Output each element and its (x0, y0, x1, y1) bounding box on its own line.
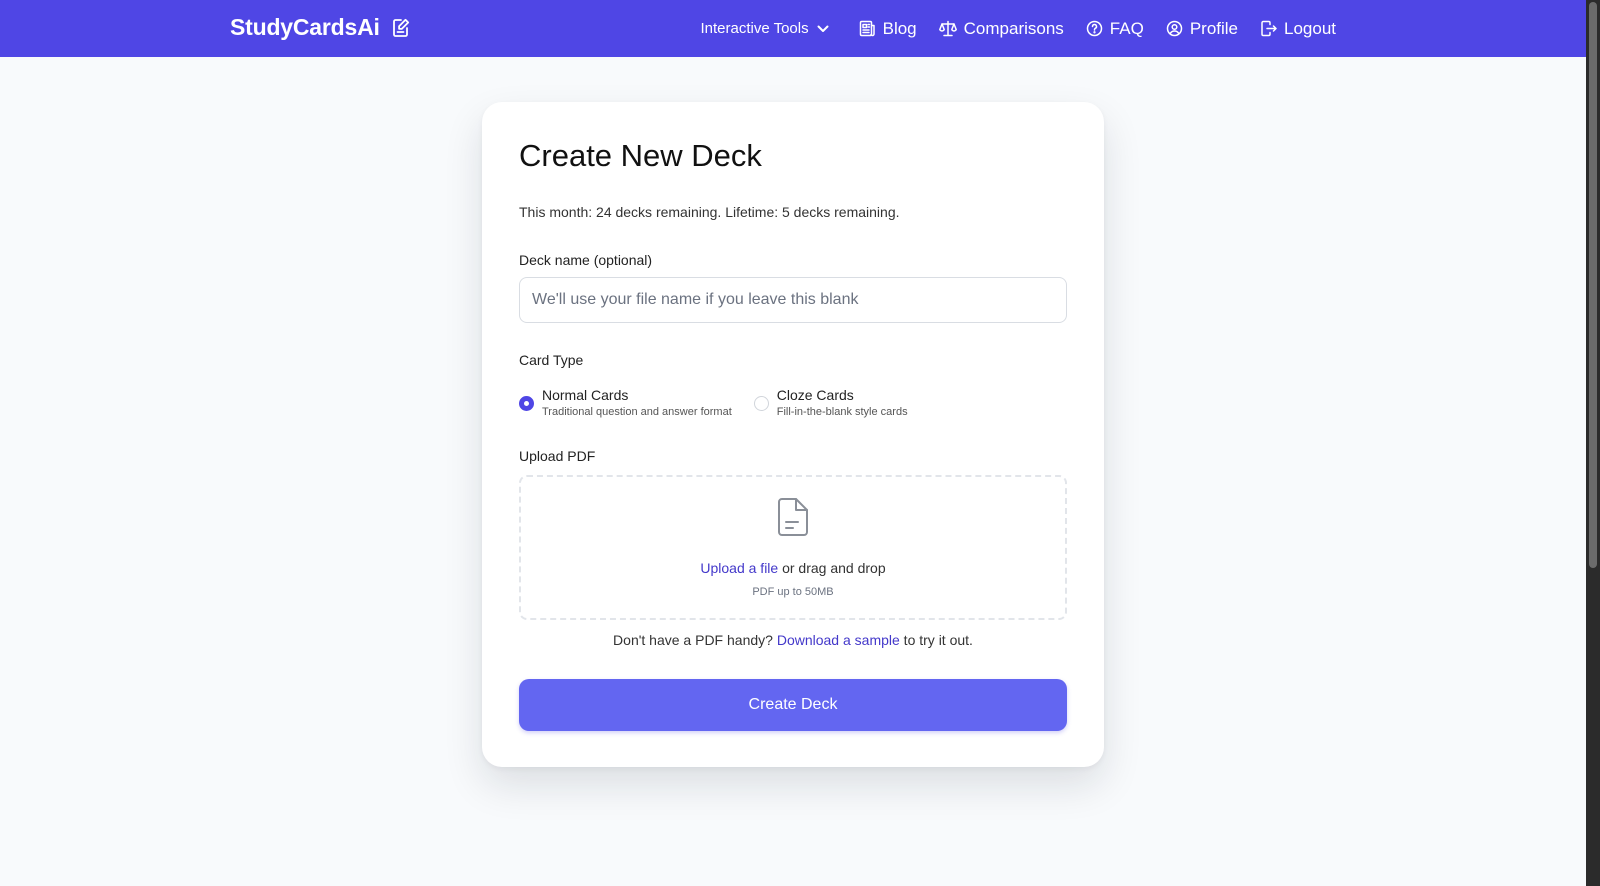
card-type-option-normal-text: Normal Cards Traditional question and an… (542, 387, 732, 420)
upload-size-hint: PDF up to 50MB (752, 586, 834, 598)
nav-profile-label: Profile (1189, 18, 1238, 38)
top-navbar: StudyCardsAi Interactive Tools Blog Comp… (0, 0, 1586, 57)
card-type-description: Traditional question and answer format (542, 406, 732, 418)
nav-blog[interactable]: Blog (859, 19, 917, 39)
deck-quota-text: This month: 24 decks remaining. Lifetime… (519, 204, 900, 220)
radio-cloze-cards[interactable] (753, 396, 769, 411)
main-nav: Interactive Tools Blog Comparisons FAQ P… (700, 0, 1336, 57)
upload-instructions: Upload a file or drag and drop (521, 560, 1065, 576)
radio-normal-cards[interactable] (519, 396, 534, 411)
nav-comparisons-label: Comparisons (963, 18, 1064, 38)
upload-file-link[interactable]: Upload a file (700, 560, 778, 576)
nav-logout-label: Logout (1284, 18, 1336, 38)
nav-interactive-tools[interactable]: Interactive Tools (700, 20, 829, 37)
document-icon (778, 498, 808, 536)
card-type-option-normal[interactable]: Normal Cards Traditional question and an… (519, 387, 732, 420)
page-scrollbar[interactable] (1586, 0, 1600, 886)
upload-pdf-label: Upload PDF (519, 448, 596, 464)
edit-square-icon (392, 18, 409, 37)
deck-name-input[interactable] (519, 277, 1067, 323)
newspaper-icon (859, 20, 875, 37)
sample-prefix-text: Don't have a PDF handy? (613, 632, 777, 648)
deck-name-label: Deck name (optional) (519, 252, 653, 268)
card-type-title: Cloze Cards (776, 387, 854, 403)
nav-profile[interactable]: Profile (1166, 19, 1238, 39)
user-circle-icon (1166, 20, 1183, 37)
brand-name: StudyCardsAi (230, 14, 380, 40)
chevron-down-icon (817, 25, 829, 32)
create-deck-card: Create New Deck This month: 24 decks rem… (482, 102, 1104, 767)
nav-faq-label: FAQ (1109, 18, 1144, 38)
card-type-option-cloze-text: Cloze Cards Fill-in-the-blank style card… (777, 387, 908, 420)
nav-logout[interactable]: Logout (1260, 19, 1336, 39)
sample-suffix-text: to try it out. (899, 632, 973, 648)
nav-faq[interactable]: FAQ (1086, 19, 1144, 39)
card-type-radio-group: Normal Cards Traditional question and an… (519, 387, 908, 420)
pdf-dropzone[interactable]: Upload a file or drag and drop PDF up to… (519, 475, 1067, 620)
logout-icon (1261, 20, 1277, 37)
card-type-title: Normal Cards (542, 387, 629, 403)
page-title: Create New Deck (519, 138, 762, 173)
scale-icon (938, 20, 957, 37)
scrollbar-thumb[interactable] (1589, 2, 1597, 568)
card-type-label: Card Type (519, 352, 584, 368)
nav-interactive-tools-label: Interactive Tools (700, 20, 809, 37)
card-type-description: Fill-in-the-blank style cards (776, 406, 908, 418)
nav-blog-label: Blog (882, 18, 917, 38)
card-type-option-cloze[interactable]: Cloze Cards Fill-in-the-blank style card… (753, 387, 908, 420)
brand-logo[interactable]: StudyCardsAi (230, 14, 410, 41)
drag-drop-text: or drag and drop (778, 560, 886, 576)
sample-download-text: Don't have a PDF handy? Download a sampl… (519, 632, 1067, 648)
nav-comparisons[interactable]: Comparisons (938, 18, 1064, 39)
question-circle-icon (1086, 20, 1103, 37)
download-sample-link[interactable]: Download a sample (777, 632, 900, 648)
create-deck-button[interactable]: Create Deck (519, 679, 1067, 731)
